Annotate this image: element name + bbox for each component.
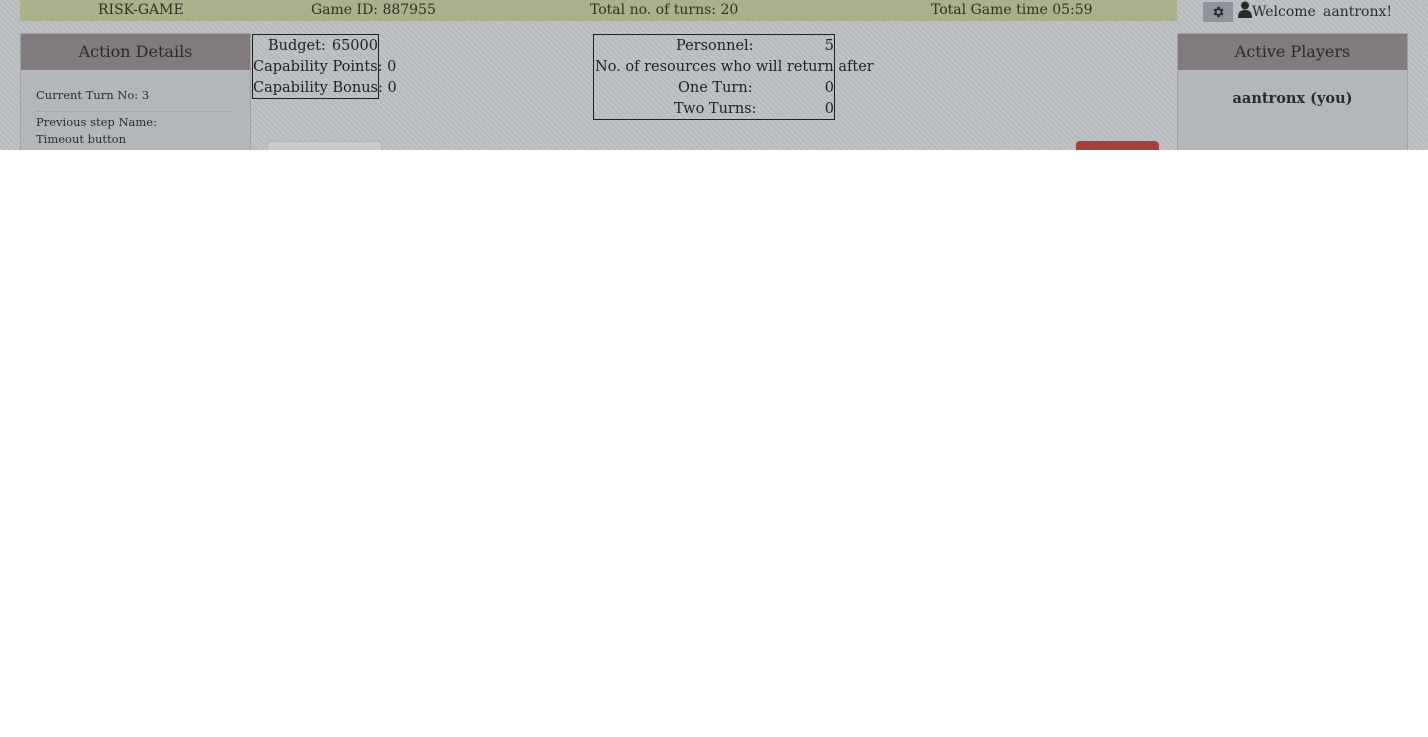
previous-step-value: Timeout button (36, 132, 127, 146)
game-info-bar: RISK-GAME Game ID: 887955 Total no. of t… (20, 0, 1177, 21)
capability-bonus: Capability Bonus: 0 (253, 80, 397, 96)
budget-value: 65000 (331, 38, 378, 54)
action-button[interactable] (267, 141, 382, 150)
two-turns-label: Two Turns: (674, 101, 757, 117)
budget-label: Budget: (268, 38, 326, 54)
user-icon (1238, 1, 1252, 18)
active-players-title: Active Players (1178, 34, 1407, 70)
personnel-value: 5 (824, 38, 834, 54)
total-turns: Total no. of turns: 20 (590, 2, 739, 18)
action-details-title: Action Details (21, 34, 250, 70)
current-turn: Current Turn No: 3 (36, 88, 150, 102)
danger-button[interactable] (1076, 141, 1159, 150)
divider (36, 111, 234, 112)
personnel-stats-box: Personnel: 5 No. of resources who will r… (593, 34, 874, 120)
total-game-time: Total Game time 05:59 (931, 2, 1093, 18)
gear-icon (1213, 6, 1224, 18)
previous-step-label: Previous step Name: (36, 115, 157, 129)
resource-stats-box: Budget: 65000 Capability Points: 0 Capab… (252, 34, 397, 99)
personnel-label: Personnel: (676, 38, 754, 54)
welcome-label: Welcome (1252, 4, 1316, 20)
one-turn-label: One Turn: (678, 80, 753, 96)
active-players-panel: Active Players aantronx (you) (1177, 33, 1408, 150)
panel-divider (250, 33, 251, 150)
game-id: Game ID: 887955 (311, 2, 436, 18)
username[interactable]: aantronx! (1323, 4, 1392, 20)
game-name: RISK-GAME (98, 2, 184, 18)
player-entry: aantronx (you) (1232, 90, 1353, 107)
return-resources-header: No. of resources who will return after (595, 59, 874, 75)
one-turn-value: 0 (824, 80, 834, 96)
action-details-panel: Action Details Current Turn No: 3 Previo… (20, 33, 251, 150)
capability-points: Capability Points: 0 (253, 59, 397, 75)
two-turns-value: 0 (824, 101, 834, 117)
game-screen: RISK-GAME Game ID: 887955 Total no. of t… (0, 0, 1428, 150)
settings-button[interactable] (1203, 2, 1233, 22)
